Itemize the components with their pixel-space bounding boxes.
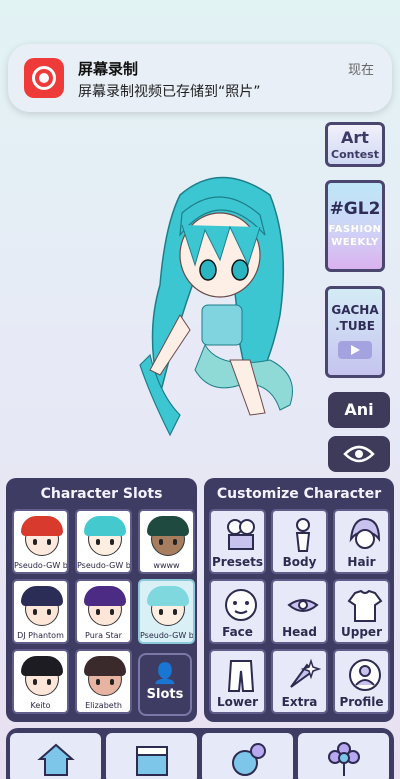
customize-label: Lower — [216, 695, 259, 709]
slot-name: Pseudo-GW b — [140, 631, 193, 640]
character-slot[interactable]: Pseudo-GW b — [138, 579, 195, 644]
head-icon — [287, 599, 319, 612]
gl2-fashion-weekly-button[interactable]: #GL2 FASHION WEEKLY — [325, 180, 385, 272]
upper-button[interactable]: Upper — [333, 579, 390, 644]
slot-avatar-eyes — [96, 539, 100, 545]
customize-label: Face — [222, 625, 253, 639]
add-slots-button[interactable]: 👤 Slots — [138, 653, 192, 716]
gacha-line1: GACHA — [331, 303, 379, 317]
gl2-sub-fashion: FASHION — [328, 224, 382, 235]
slot-avatar-hair — [84, 516, 126, 536]
slot-avatar-eyes — [159, 539, 163, 545]
character-slot[interactable]: Pura Star — [75, 579, 132, 644]
ani-button[interactable]: Ani — [328, 392, 390, 428]
screen-record-notification[interactable]: 屏幕录制 屏幕录制视频已存储到“照片” 现在 — [8, 44, 392, 112]
studio-clapper-icon — [136, 746, 168, 776]
slot-avatar-hair — [21, 516, 63, 536]
character-slot[interactable]: wwww — [138, 509, 195, 574]
play-icon — [338, 341, 372, 359]
accessories-icon — [232, 743, 266, 776]
customize-label: Hair — [347, 555, 376, 569]
customize-label: Presets — [211, 555, 263, 569]
upper-icon — [347, 589, 383, 622]
head-button[interactable]: Head — [271, 579, 328, 644]
slot-name: DJ Phantom — [17, 631, 64, 640]
art-subtitle: Contest — [331, 148, 379, 161]
slot-avatar-eyes — [33, 609, 37, 615]
presets-icon — [227, 519, 255, 550]
gl2-sub-weekly: WEEKLY — [331, 237, 379, 248]
gl2-title: #GL2 — [329, 199, 381, 219]
customize-character-panel: Customize Character Presets Body Hair Face H… — [204, 478, 394, 722]
flower-tab[interactable] — [298, 733, 389, 779]
slot-avatar-eyes — [33, 539, 37, 545]
slot-avatar-eyes — [33, 679, 37, 685]
art-title: Art — [341, 128, 369, 147]
slot-avatar-hair — [147, 516, 189, 536]
body-button[interactable]: Body — [271, 509, 328, 574]
slot-name: Pura Star — [85, 631, 122, 640]
profile-icon — [349, 659, 381, 691]
eye-toggle-button[interactable] — [328, 436, 390, 472]
gacha-tube-button[interactable]: GACHA .TUBE — [325, 286, 385, 378]
slot-name: Pseudo-GW b — [14, 561, 67, 570]
home-icon — [37, 743, 75, 776]
customize-label: Head — [282, 625, 317, 639]
body-icon — [295, 518, 311, 552]
slot-name: wwww — [153, 561, 180, 570]
slot-avatar-hair — [147, 586, 189, 606]
art-contest-button[interactable]: Art Contest — [325, 122, 385, 167]
character-slot[interactable]: Pseudo-GW b — [12, 509, 69, 574]
customize-label: Extra — [281, 695, 318, 709]
accessories-tab[interactable] — [202, 733, 293, 779]
customize-label: Body — [282, 555, 317, 569]
character-slot[interactable]: Elizabeth — [75, 649, 132, 714]
slot-avatar-eyes — [96, 679, 100, 685]
customize-label: Upper — [341, 625, 382, 639]
face-icon — [225, 589, 257, 621]
lower-button[interactable]: Lower — [209, 649, 266, 714]
character-preview[interactable] — [120, 165, 320, 440]
character-slot[interactable]: DJ Phantom — [12, 579, 69, 644]
slot-name: Pseudo-GW b — [77, 561, 130, 570]
eye-icon — [343, 445, 375, 463]
slot-avatar-hair — [84, 656, 126, 676]
extra-button[interactable]: Extra — [271, 649, 328, 714]
character-slot[interactable]: Pseudo-GW b — [75, 509, 132, 574]
slot-name: Keito — [30, 701, 51, 710]
profile-button[interactable]: Profile — [333, 649, 390, 714]
slot-avatar-eyes — [159, 609, 163, 615]
notification-time: 现在 — [347, 63, 374, 78]
notification-message: 屏幕录制视频已存储到“照片” — [78, 84, 261, 100]
slot-avatar-hair — [21, 586, 63, 606]
extra-icon — [290, 658, 321, 688]
bottom-nav — [6, 728, 394, 779]
slot-avatar-eyes — [96, 609, 100, 615]
slot-name: Elizabeth — [85, 701, 122, 710]
studio-tab[interactable] — [106, 733, 197, 779]
character-slots-panel: Character Slots Pseudo-GW b Pseudo-GW b ww… — [6, 478, 197, 722]
slot-avatar-hair — [21, 656, 63, 676]
hair-button[interactable]: Hair — [333, 509, 390, 574]
character-slot[interactable]: Keito — [12, 649, 69, 714]
customize-label: Profile — [339, 695, 384, 709]
lower-icon — [227, 660, 255, 692]
character-slots-title: Character Slots — [40, 486, 163, 502]
screen-record-icon — [24, 58, 64, 98]
gacha-line2: .TUBE — [335, 319, 375, 333]
home-tab[interactable] — [10, 733, 101, 779]
flower-icon — [328, 742, 360, 776]
presets-button[interactable]: Presets — [209, 509, 266, 574]
slots-label: Slots — [146, 687, 184, 702]
hair-icon — [349, 517, 381, 549]
customize-character-title: Customize Character — [216, 486, 382, 502]
add-person-icon: 👤 — [152, 661, 178, 685]
face-button[interactable]: Face — [209, 579, 266, 644]
notification-title: 屏幕录制 — [78, 60, 139, 78]
slot-avatar-hair — [84, 586, 126, 606]
